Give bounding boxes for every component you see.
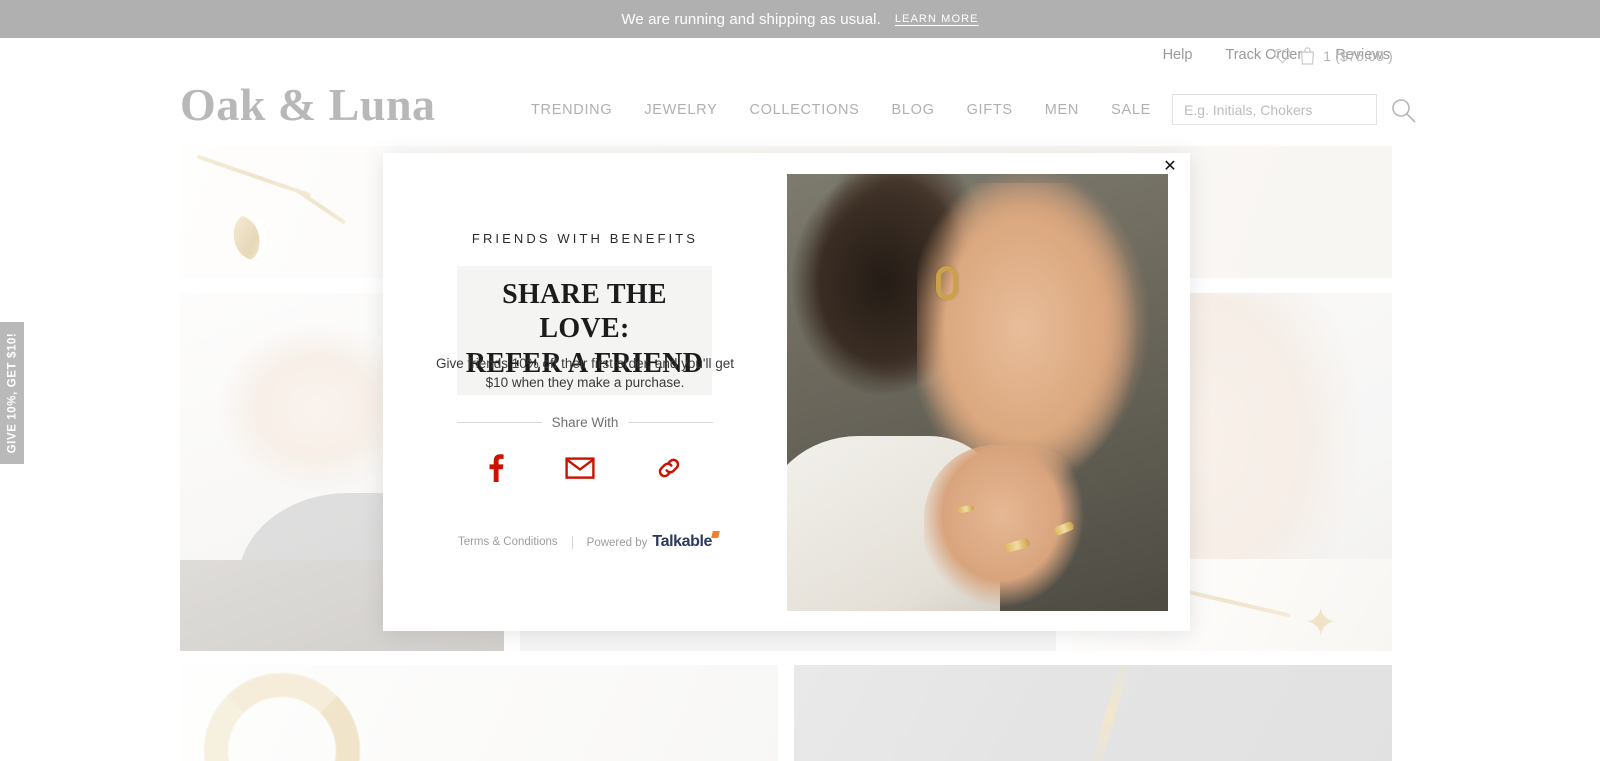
- email-icon[interactable]: [559, 450, 601, 486]
- modal-hero-photo: [787, 174, 1168, 611]
- referral-modal: ✕ FRIENDS WITH BENEFITS SHARE THE LOVE: …: [383, 153, 1190, 631]
- powered-by: Powered by Talkable: [586, 533, 713, 551]
- divider-line-left: [457, 422, 542, 423]
- divider-line-right: [628, 422, 713, 423]
- terms-and-conditions-link[interactable]: Terms & Conditions: [458, 536, 558, 548]
- modal-footer: Terms & Conditions Powered by Talkable: [383, 533, 787, 551]
- share-buttons: [457, 448, 713, 488]
- footer-separator: [571, 535, 573, 549]
- modal-content-pane: FRIENDS WITH BENEFITS SHARE THE LOVE: RE…: [383, 153, 787, 631]
- powered-by-label: Powered by: [586, 537, 648, 549]
- gold-hoop-earring: [935, 265, 958, 300]
- modal-headline-line1: SHARE THE LOVE:: [502, 279, 667, 345]
- share-with-divider: Share With: [457, 415, 713, 430]
- page-root: We are running and shipping as usual. LE…: [0, 0, 1600, 761]
- modal-subcopy: Give friends 10% off their first order, …: [436, 356, 734, 390]
- talkable-logo[interactable]: Talkable: [652, 533, 712, 551]
- facebook-icon[interactable]: [482, 448, 510, 488]
- modal-eyebrow: FRIENDS WITH BENEFITS: [471, 231, 699, 246]
- share-with-label: Share With: [551, 415, 619, 430]
- link-icon[interactable]: [650, 449, 688, 487]
